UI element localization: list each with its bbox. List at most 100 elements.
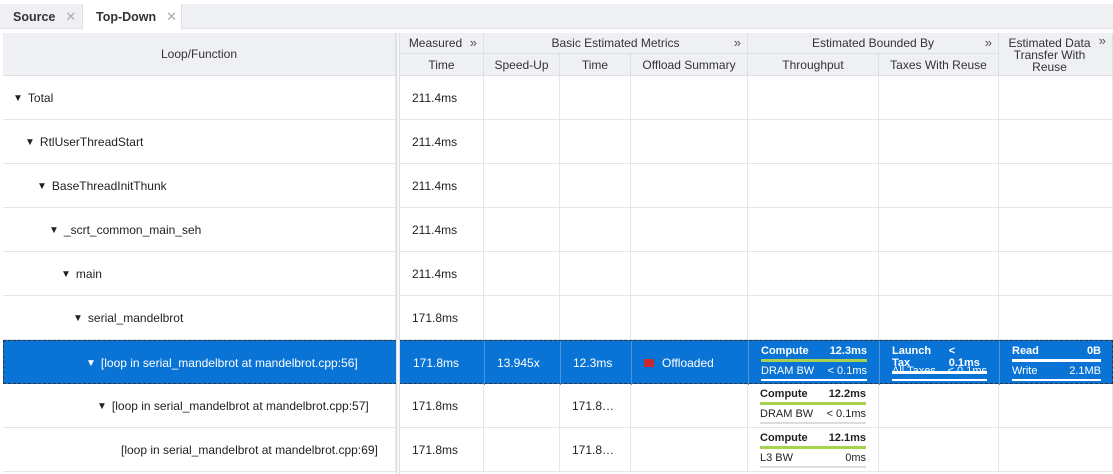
table-row[interactable]: ▼ [loop in serial_mandelbrot at mandelbro… — [3, 340, 1113, 385]
table-row[interactable]: ▼ serial_mandelbrot 171.8ms — [3, 296, 1113, 340]
metric-value: < 0.1ms — [827, 365, 867, 377]
group-header-bounded[interactable]: Estimated Bounded By » — [748, 33, 999, 54]
table-row[interactable]: [loop in serial_mandelbrot at mandelbrot… — [3, 428, 1113, 472]
loop-function-cell: ▼ RtlUserThreadStart — [3, 120, 396, 164]
expand-icon[interactable]: » — [1099, 34, 1106, 47]
group-header-basic[interactable]: Basic Estimated Metrics » — [484, 33, 748, 54]
expand-triangle-icon[interactable]: ▼ — [13, 93, 23, 104]
table-row[interactable]: ▼ _scrt_common_main_seh 211.4ms — [3, 208, 1113, 252]
table-row[interactable]: ▼ [loop in serial_mandelbrot at mandelbro… — [3, 384, 1113, 428]
tab-source[interactable]: Source ✕ — [0, 4, 82, 29]
expand-triangle-icon[interactable]: ▼ — [37, 181, 47, 192]
speedup-cell — [484, 164, 560, 208]
speedup-cell — [484, 384, 560, 428]
offload-summary-cell — [631, 164, 748, 208]
data-transfer-cell — [999, 252, 1113, 296]
col-header-est-time[interactable]: Time — [560, 54, 631, 76]
taxes-cell — [879, 384, 999, 428]
measured-time: 211.4ms — [412, 179, 458, 193]
est-time-cell — [560, 208, 631, 252]
function-name: [loop in serial_mandelbrot at mandelbrot… — [100, 356, 358, 370]
close-icon[interactable]: ✕ — [65, 9, 76, 24]
est-time-cell — [560, 252, 631, 296]
tab-bar: Source ✕ Top-Down ✕ — [0, 4, 1113, 30]
metric-value: 12.3ms — [829, 345, 867, 357]
throughput-cell — [748, 164, 879, 208]
expand-icon[interactable]: » — [470, 35, 477, 50]
metric-value: 0B — [1086, 345, 1101, 357]
col-header-taxes[interactable]: Taxes With Reuse — [879, 54, 999, 76]
measured-time: 211.4ms — [412, 135, 458, 149]
measured-time-cell: 171.8ms — [400, 428, 484, 472]
loop-function-cell: [loop in serial_mandelbrot at mandelbrot… — [3, 428, 396, 472]
data-transfer-cell — [999, 76, 1113, 120]
expand-icon[interactable]: » — [985, 35, 992, 50]
tab-label: Top-Down — [96, 10, 157, 24]
close-icon[interactable]: ✕ — [166, 9, 177, 24]
group-header-measured[interactable]: Measured » — [400, 33, 484, 54]
table-row[interactable]: ▼ Total 211.4ms — [3, 76, 1113, 120]
throughput-cell — [748, 252, 879, 296]
metric-value: 0ms — [845, 452, 866, 464]
offload-summary-cell — [631, 120, 748, 164]
offloaded-icon — [644, 359, 654, 367]
column-splitter[interactable] — [396, 33, 400, 474]
taxes-cell — [879, 252, 999, 296]
offload-summary-cell — [631, 76, 748, 120]
col-header-loop-function[interactable]: Loop/Function — [3, 33, 396, 76]
speedup-value: 13.945x — [497, 356, 540, 370]
metric-dram-bw: DRAM BW < 0.1ms — [761, 365, 867, 381]
measured-time: 171.8ms — [412, 311, 459, 325]
expand-triangle-icon[interactable]: ▼ — [86, 358, 96, 369]
data-transfer-cell — [999, 164, 1113, 208]
throughput-cell — [748, 296, 879, 340]
est-time-cell: 171.8… — [560, 384, 631, 428]
metric-value: < 0.1ms — [947, 365, 987, 377]
col-header-throughput[interactable]: Throughput — [748, 54, 879, 76]
loop-function-cell: ▼ main — [3, 252, 396, 296]
group-header-data-transfer[interactable]: Estimated Data Transfer With Reuse » — [999, 33, 1113, 76]
metric-write: Write 2.1MB — [1012, 365, 1101, 381]
throughput-cell: Compute 12.2ms DRAM BW < 0.1ms — [748, 384, 879, 428]
expand-triangle-icon[interactable]: ▼ — [61, 269, 71, 280]
est-time-cell: 12.3ms — [561, 341, 632, 385]
metric-compute: Compute 12.3ms — [761, 345, 867, 362]
expand-triangle-icon[interactable]: ▼ — [97, 401, 107, 412]
throughput-cell: Compute 12.1ms L3 BW 0ms — [748, 428, 879, 472]
table-row[interactable]: ▼ main 211.4ms — [3, 252, 1113, 296]
metric-value: 2.1MB — [1069, 365, 1101, 377]
est-time-value: 171.8… — [572, 399, 615, 413]
col-header-offload-summary[interactable]: Offload Summary — [631, 54, 748, 76]
top-down-grid: Loop/Function Measured » Basic Estimated … — [3, 33, 1113, 474]
expand-triangle-icon[interactable]: ▼ — [25, 137, 35, 148]
offload-summary-cell — [631, 296, 748, 340]
col-header-time[interactable]: Time — [400, 54, 484, 76]
tab-label: Source — [13, 10, 56, 24]
expand-triangle-icon[interactable]: ▼ — [49, 225, 59, 236]
expand-icon[interactable]: » — [734, 35, 741, 50]
taxes-cell — [879, 164, 999, 208]
est-time-value: 171.8… — [572, 443, 615, 457]
throughput-cell: Compute 12.3ms DRAM BW < 0.1ms — [749, 341, 880, 385]
speedup-cell: 13.945x — [485, 341, 561, 385]
label: Estimated Bounded By — [811, 36, 935, 50]
tab-top-down[interactable]: Top-Down ✕ — [82, 4, 182, 30]
taxes-cell: Launch Tax < 0.1ms All Taxes < 0.1ms — [880, 341, 1000, 385]
taxes-cell — [879, 428, 999, 472]
label: Basic Estimated Metrics — [551, 36, 680, 50]
metric-label: Compute — [761, 345, 809, 357]
col-header-speedup[interactable]: Speed-Up — [484, 54, 560, 76]
data-transfer-cell — [999, 120, 1113, 164]
measured-time-cell: 211.4ms — [400, 208, 484, 252]
metric-l3-bw: L3 BW 0ms — [760, 452, 866, 468]
metric-compute: Compute 12.2ms — [760, 388, 866, 405]
metric-label: Read — [1012, 345, 1039, 357]
data-transfer-cell: Read 0B Write 2.1MB — [1000, 341, 1113, 385]
expand-triangle-icon[interactable]: ▼ — [73, 313, 83, 324]
loop-function-cell: ▼ [loop in serial_mandelbrot at mandelbro… — [3, 384, 396, 428]
table-row[interactable]: ▼ BaseThreadInitThunk 211.4ms — [3, 164, 1113, 208]
speedup-cell — [484, 76, 560, 120]
table-row[interactable]: ▼ RtlUserThreadStart 211.4ms — [3, 120, 1113, 164]
speedup-cell — [484, 252, 560, 296]
est-time-value: 12.3ms — [573, 356, 613, 370]
